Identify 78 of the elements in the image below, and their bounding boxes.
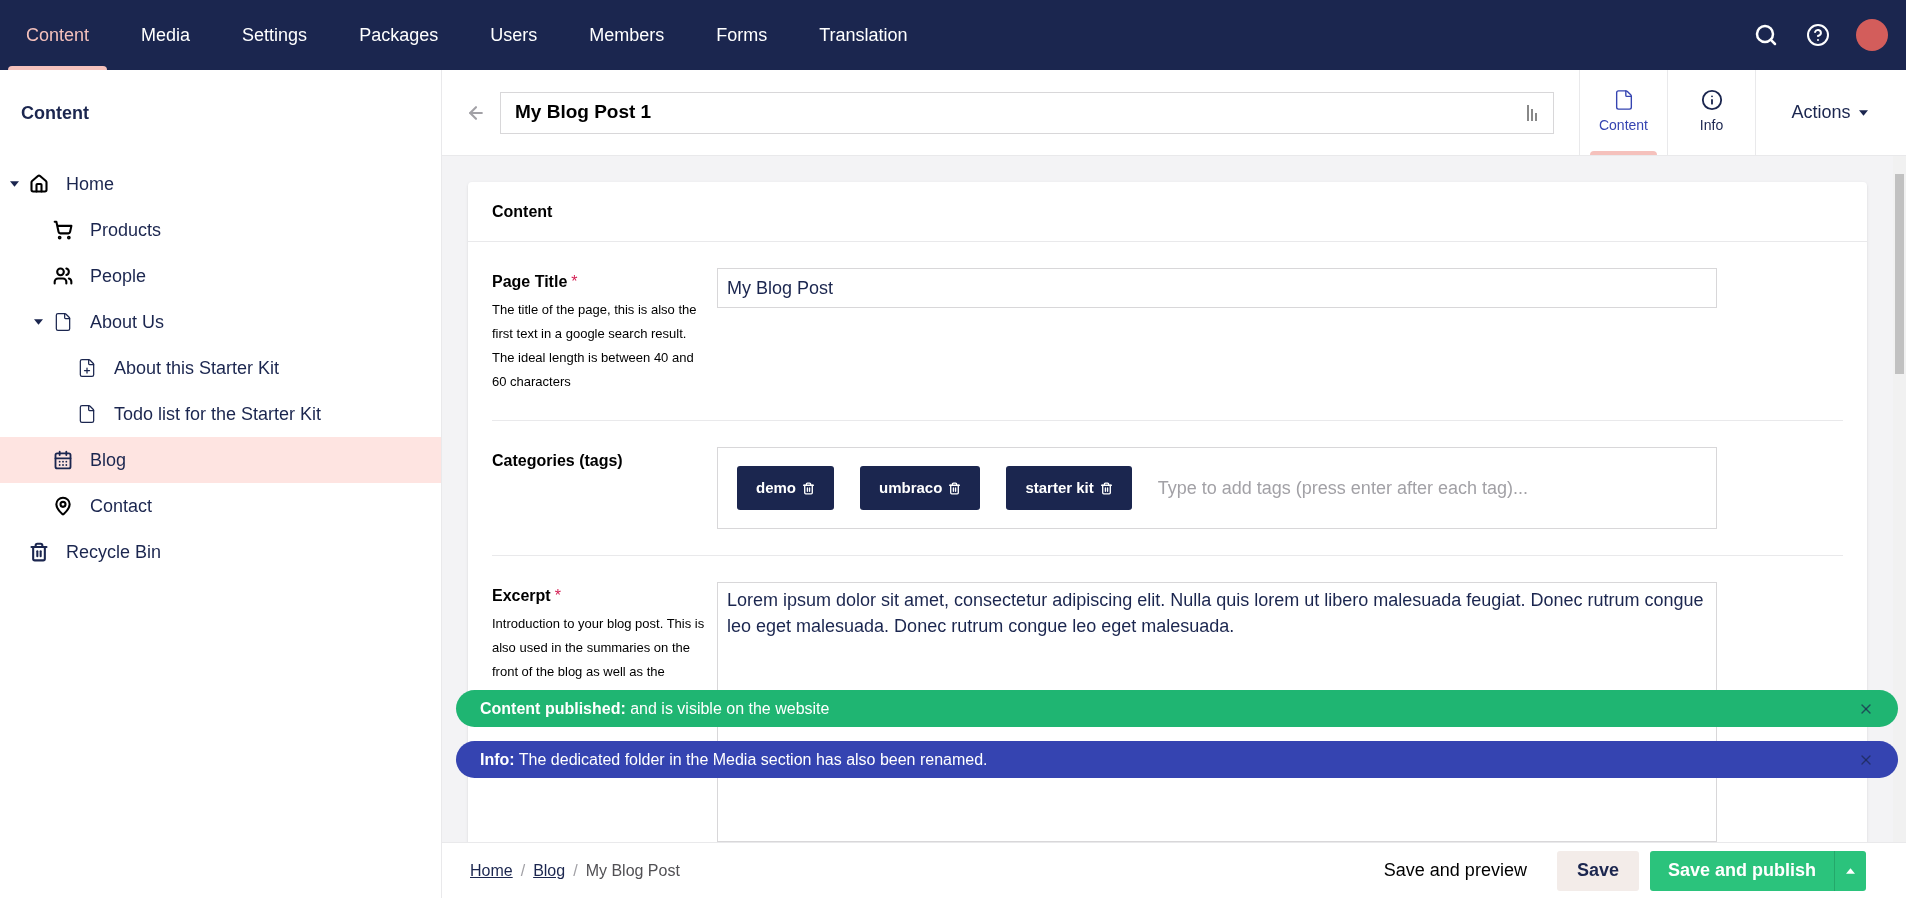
tree-item[interactable]: About Us: [0, 299, 441, 345]
property-label: Page Title: [492, 272, 568, 292]
document-plus-icon: [77, 358, 97, 378]
required-mark: *: [571, 272, 578, 292]
section-tab[interactable]: Translation: [793, 0, 934, 70]
breadcrumb-link[interactable]: Home: [470, 858, 513, 883]
app-tab[interactable]: Content: [1579, 70, 1667, 155]
property-description: Introduction to your blog post. This is also used in the summaries on the front of the blog as well as the: [492, 615, 706, 681]
section-tab[interactable]: Members: [563, 0, 691, 70]
breadcrumb-separator: /: [520, 860, 526, 881]
tree-item[interactable]: About this Starter Kit: [0, 345, 441, 391]
publish-options-button[interactable]: [1834, 850, 1866, 891]
section-tab[interactable]: Media: [115, 0, 217, 70]
notification-text: Info: The dedicated folder in the Media section has also been renamed.: [480, 749, 989, 770]
tree-item-label: About this Starter Kit: [114, 356, 280, 380]
document-icon: [53, 312, 73, 332]
breadcrumb-link[interactable]: Blog: [533, 858, 566, 883]
avatar[interactable]: [1856, 19, 1888, 51]
cart-icon: [53, 220, 73, 240]
map-pin-icon: [53, 496, 73, 516]
section-tab[interactable]: Forms: [690, 0, 794, 70]
caret-icon: [1846, 867, 1855, 874]
tree-item[interactable]: People: [0, 253, 441, 299]
trash-icon[interactable]: [802, 481, 815, 495]
sidebar-title: Content: [21, 101, 89, 125]
breadcrumb-separator: /: [573, 860, 578, 881]
save-button[interactable]: Save: [1556, 850, 1639, 891]
text-field[interactable]: My Blog Post: [717, 268, 1717, 308]
notification-text: Content published: and is visible on the website: [480, 698, 831, 719]
tree-item-label: People: [90, 264, 147, 288]
search-icon[interactable]: [1754, 23, 1778, 47]
preview-button[interactable]: Save and preview: [1365, 850, 1545, 891]
tag-input[interactable]: Type to add tags (press enter after each tag)...: [1157, 474, 1697, 502]
people-icon: [53, 266, 73, 286]
section-tab[interactable]: Settings: [216, 0, 334, 70]
caret-icon[interactable]: [33, 319, 43, 325]
tree-item-label: Todo list for the Starter Kit: [114, 402, 322, 426]
name-field[interactable]: My Blog Post 1: [500, 91, 1554, 134]
tree-item-label: About Us: [90, 310, 165, 334]
info-icon: [1700, 89, 1723, 111]
section-tab[interactable]: Content: [0, 0, 116, 70]
tree-item[interactable]: Products: [0, 207, 441, 253]
trash-icon[interactable]: [948, 481, 962, 495]
tree-item[interactable]: Home: [0, 161, 441, 207]
name-value: My Blog Post 1: [515, 100, 653, 125]
section-tab[interactable]: Packages: [333, 0, 465, 70]
property-label: Excerpt: [492, 586, 551, 606]
required-mark: *: [554, 586, 561, 606]
calendar-icon: [53, 450, 73, 470]
alias-icon[interactable]: [1527, 103, 1539, 122]
tree-item-label: Recycle Bin: [66, 540, 162, 564]
tree-item[interactable]: Contact: [0, 483, 441, 529]
tags-field[interactable]: demo umbraco starter kit Type to add tags (press enter after each tag)...: [717, 447, 1717, 529]
property-description: The title of the page, this is also the first text in a google search result. The ideal length is between 40 and 60 characters: [492, 301, 698, 391]
trash-icon: [29, 542, 49, 562]
document-icon: [77, 404, 97, 424]
card-title: Content: [492, 201, 553, 222]
house-icon: [29, 174, 49, 194]
caret-icon[interactable]: [9, 181, 19, 187]
tree-item[interactable]: Recycle Bin: [0, 529, 441, 575]
app-tab[interactable]: Info: [1667, 70, 1755, 155]
tag-chip[interactable]: demo: [737, 466, 834, 510]
tree-item-label: Blog: [90, 448, 127, 472]
tree-item-label: Home: [66, 172, 114, 196]
tag-chip[interactable]: umbraco: [860, 466, 981, 510]
tree-item-label: Contact: [90, 494, 153, 518]
section-tab[interactable]: Users: [464, 0, 564, 70]
tree-item[interactable]: Blog: [0, 437, 441, 483]
tree-item-label: Products: [90, 218, 162, 242]
breadcrumb-current: My Blog Post: [585, 860, 680, 881]
tree-item[interactable]: Todo list for the Starter Kit: [0, 391, 441, 437]
actions-button[interactable]: Actions: [1755, 70, 1903, 155]
trash-icon[interactable]: [1099, 481, 1113, 495]
caret-icon[interactable]: [1858, 109, 1868, 116]
help-icon[interactable]: [1806, 23, 1830, 47]
property-label: Categories (tags): [492, 451, 623, 471]
tag-chip[interactable]: starter kit: [1006, 466, 1132, 510]
scrollbar[interactable]: [1893, 156, 1906, 842]
